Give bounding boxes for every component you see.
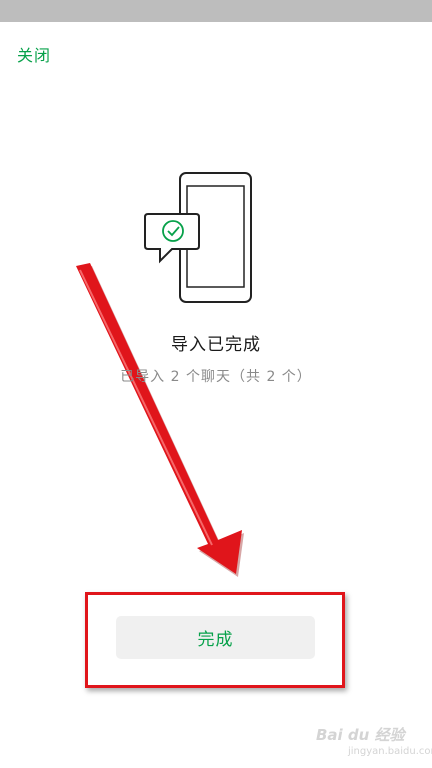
close-button[interactable]: 关闭 bbox=[17, 42, 51, 66]
chat-bubble-check-icon bbox=[144, 213, 200, 264]
import-count-subtitle: 已导入 2 个聊天（共 2 个） bbox=[120, 369, 312, 385]
import-complete-title: 导入已完成 bbox=[171, 335, 261, 355]
status-bar bbox=[0, 0, 432, 22]
phone-icon bbox=[179, 172, 252, 303]
baidu-watermark-url: jingyan.baidu.com bbox=[348, 746, 432, 757]
red-highlight-box bbox=[85, 592, 345, 688]
baidu-watermark: Bai du 经验 bbox=[316, 726, 405, 744]
red-arrow-annotation bbox=[76, 263, 244, 577]
